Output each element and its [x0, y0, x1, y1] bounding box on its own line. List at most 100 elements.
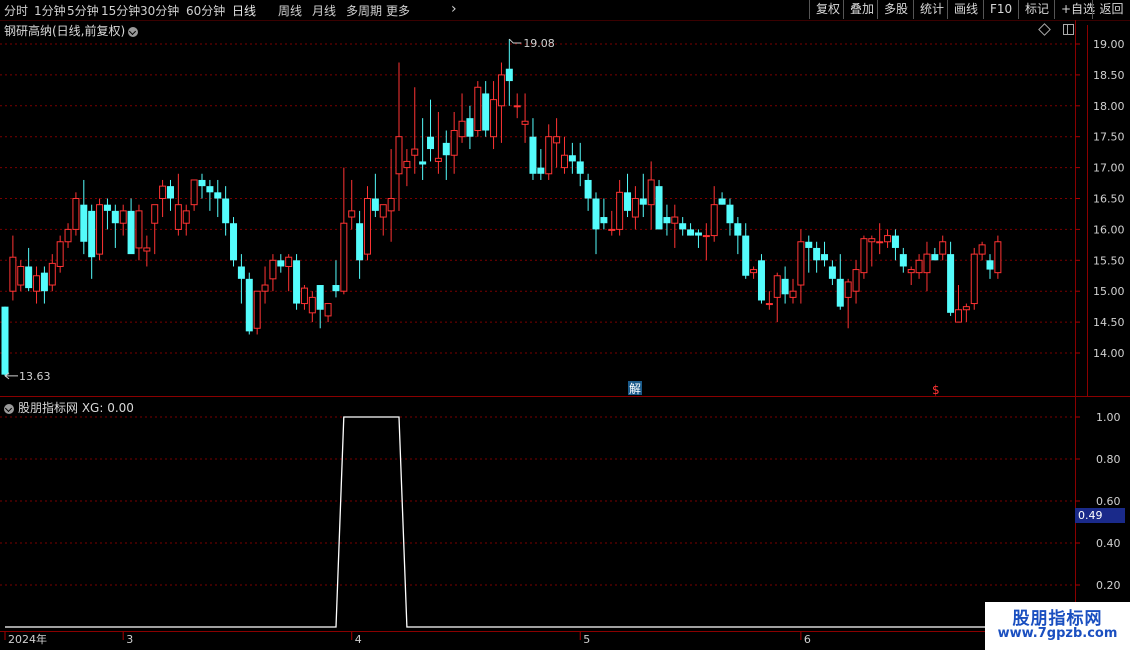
candle-body-up	[671, 216, 679, 224]
candle-body-down	[742, 235, 750, 276]
high-price-pointer	[508, 38, 522, 44]
price-tick-label: 16.50	[1093, 193, 1125, 206]
price-tick-label: 18.00	[1093, 100, 1125, 113]
date-tick-label: 5	[583, 633, 590, 646]
candle-body-down	[40, 272, 48, 292]
candle-body-up	[411, 148, 419, 156]
candle-body-down	[821, 254, 829, 261]
price-tick-label: 16.00	[1093, 223, 1125, 236]
candle-body-down	[332, 285, 340, 292]
chevron-down-icon[interactable]	[4, 403, 14, 414]
candle-body-up	[174, 204, 182, 230]
candle-body-down	[427, 136, 435, 150]
indicator-title[interactable]: 股朋指标网 XG: 0.00	[4, 399, 134, 416]
candle-body-up	[348, 210, 356, 218]
candle-body-down	[80, 204, 88, 242]
candle-body-up	[702, 235, 710, 238]
candle-body-down	[679, 223, 687, 230]
xg-indicator-line	[5, 416, 1038, 628]
candle-body-up	[647, 179, 655, 206]
candle-body-down	[466, 118, 474, 137]
price-tick-label: 19.00	[1093, 38, 1125, 51]
watermark-logo: 股朋指标网 www.7gpzb.com	[985, 602, 1130, 650]
candle-body-up	[434, 157, 442, 162]
candle-body-down	[103, 204, 111, 211]
candle-body-down	[931, 254, 939, 261]
candle-body-down	[592, 198, 600, 230]
candle-body-down	[600, 217, 608, 224]
candle-body-down	[277, 260, 285, 267]
candle-body-up	[884, 235, 892, 243]
candle-body-down	[718, 198, 726, 205]
candle-body-up	[631, 198, 639, 218]
candle-body-down	[576, 161, 584, 174]
candle-body-down	[482, 93, 490, 131]
candle-body-up	[553, 136, 561, 144]
candle-body-down	[529, 136, 537, 174]
candle-body-up	[954, 309, 962, 323]
candle-body-up	[387, 198, 395, 212]
candle-body-down	[111, 210, 119, 224]
candle-body-up	[340, 222, 348, 292]
candle-body-down	[88, 210, 96, 258]
price-tick-label: 15.50	[1093, 254, 1125, 267]
candle-body-up	[300, 287, 308, 305]
candle-body-up	[797, 241, 805, 286]
candle-body-up	[56, 241, 64, 267]
candle-body-up	[135, 210, 143, 249]
price-tick-label: 14.00	[1093, 347, 1125, 360]
candle-body-down	[237, 266, 245, 279]
candle-body-up	[269, 259, 277, 280]
candle-body-up	[710, 204, 718, 237]
candle-body-up	[868, 238, 876, 243]
candle-body-down	[505, 68, 513, 82]
candle-body-up	[182, 210, 190, 224]
candle-body-down	[781, 278, 789, 295]
candle-body-down	[663, 217, 671, 224]
candle-body-down	[293, 260, 301, 304]
candle-body-up	[261, 284, 269, 292]
candle-body-up	[750, 269, 758, 274]
candle-body-up	[497, 74, 505, 107]
candle-body-down	[836, 278, 844, 307]
candle-body-down	[624, 192, 632, 211]
indicator-tick-label: 0.20	[1096, 579, 1121, 592]
candle-body-up	[490, 99, 498, 138]
candle-body-up	[773, 275, 781, 298]
candle-body-up	[17, 265, 25, 286]
candle-body-up	[962, 306, 970, 311]
candle-body-up	[844, 281, 852, 298]
candle-body-up	[308, 296, 316, 314]
chart-canvas[interactable]: 19.00 18.50 18.00 17.50 17.00 16.50 16.00 15.50…	[0, 0, 1130, 650]
candle-body-down	[1, 306, 9, 375]
candle-body-up	[324, 303, 332, 317]
candle-body-up	[513, 105, 521, 108]
indicator-tick-label: 1.00	[1096, 411, 1121, 424]
candle-body-up	[33, 275, 41, 292]
candle-body-down	[222, 198, 230, 224]
candle-body-up	[450, 130, 458, 156]
candle-body-up	[560, 154, 568, 169]
candle-body-up	[907, 269, 915, 274]
candle-body-up	[994, 241, 1002, 274]
candle-body-down	[198, 179, 206, 187]
candle-body-up	[923, 253, 931, 274]
candle-body-down	[584, 179, 592, 199]
candle-body-up	[458, 120, 466, 138]
candle-body-down	[419, 161, 427, 165]
candle-body-down	[316, 285, 324, 310]
candle-body-down	[757, 260, 765, 301]
candle-body-down	[639, 198, 647, 205]
candle-body-up	[9, 256, 17, 292]
candle-body-down	[687, 229, 695, 236]
candle-body-up	[970, 253, 978, 305]
dollar-marker: $	[932, 383, 940, 397]
price-tick-label: 17.50	[1093, 131, 1125, 144]
candle-body-down	[25, 266, 33, 289]
candle-body-up	[608, 228, 616, 231]
indicator-current-value: 0.49	[1075, 508, 1125, 523]
candle-body-up	[616, 191, 624, 230]
candle-body-up	[151, 204, 159, 224]
candle-body-up	[253, 290, 261, 329]
candle-body-up	[860, 238, 868, 274]
